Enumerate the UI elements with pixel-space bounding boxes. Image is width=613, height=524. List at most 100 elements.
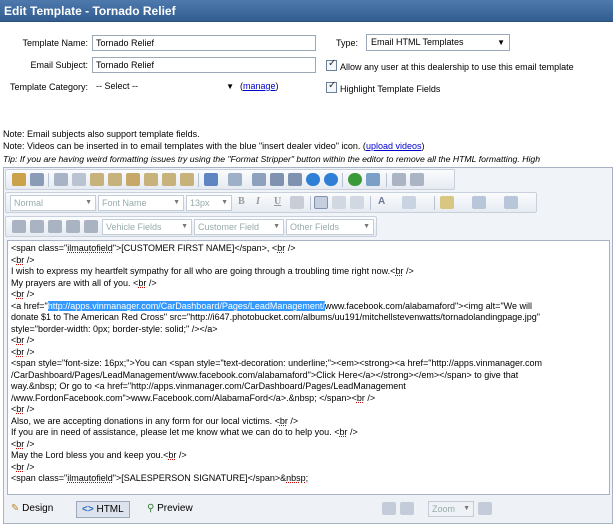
zoom-dropdown[interactable]: Zoom ▼ bbox=[428, 501, 474, 517]
code-text: If you are in need of assistance, please… bbox=[11, 427, 340, 437]
bold-icon[interactable]: B bbox=[238, 196, 245, 207]
code-text: Also, we are accepting donations in any … bbox=[11, 415, 280, 426]
code-line: If you are in need of assistance, please… bbox=[11, 427, 606, 439]
paste-html-icon[interactable] bbox=[144, 173, 158, 186]
code-text: /> bbox=[285, 243, 296, 253]
flash-icon[interactable] bbox=[288, 173, 302, 186]
paste-format-icon[interactable] bbox=[162, 173, 176, 186]
chevron-down-icon: ▼ bbox=[181, 223, 188, 230]
design-mode-label: Design bbox=[22, 503, 54, 514]
italic-icon[interactable]: I bbox=[256, 196, 260, 207]
highlight-fields-checkbox[interactable] bbox=[326, 80, 337, 93]
bullet-list-icon[interactable] bbox=[84, 220, 98, 233]
underline-icon[interactable]: U bbox=[274, 196, 281, 207]
type-value: Email HTML Templates bbox=[371, 37, 464, 47]
code-text: /> bbox=[24, 461, 35, 472]
design-mode-button[interactable]: ✎ Design bbox=[6, 501, 58, 518]
chevron-down-icon: ▼ bbox=[463, 505, 470, 512]
code-line: way.&nbsp; Or go to <a href="http://apps… bbox=[11, 381, 606, 393]
magic-wand-icon[interactable] bbox=[12, 173, 26, 186]
fullscreen-icon[interactable] bbox=[400, 502, 414, 515]
magnifier-icon: ⚲ bbox=[147, 503, 155, 514]
resize-icon[interactable] bbox=[382, 502, 396, 515]
cut-icon[interactable] bbox=[54, 173, 68, 186]
code-text: ilmautofield bbox=[67, 473, 113, 483]
code-line: <span class="ilmautofield">[SALESPERSON … bbox=[11, 473, 606, 485]
preview-mode-label: Preview bbox=[157, 503, 193, 514]
strikethrough-icon[interactable] bbox=[290, 196, 304, 209]
table-icon[interactable] bbox=[472, 196, 486, 209]
template-category-label: Template Category: bbox=[9, 82, 88, 92]
paragraph-format-dropdown[interactable]: Normal ▼ bbox=[10, 195, 96, 211]
video-icon[interactable] bbox=[324, 173, 338, 186]
customer-field-label: Customer Field bbox=[198, 222, 260, 232]
toolbar-separator bbox=[198, 173, 199, 187]
code-line: style="border-width: 0px; border-style: … bbox=[11, 324, 606, 336]
print-icon[interactable] bbox=[12, 220, 26, 233]
other-fields-dropdown[interactable]: Other Fields ▼ bbox=[286, 219, 374, 235]
code-text: donate $1 to The American Red Cross" src… bbox=[11, 312, 540, 322]
undo-icon[interactable] bbox=[204, 173, 218, 186]
binoculars-icon[interactable] bbox=[30, 173, 44, 186]
unlink-icon[interactable] bbox=[366, 173, 380, 186]
editor-toolbar-row3: Vehicle Fields ▼ Customer Field ▼ Other Fi… bbox=[5, 216, 377, 237]
paste-plain-icon[interactable] bbox=[108, 173, 122, 186]
tip-text: Tip: If you are having weird formatting … bbox=[3, 154, 541, 164]
html-source-textarea[interactable]: <span class=" ilmautofield ">[CUSTOMER FIR… bbox=[7, 240, 610, 495]
numbered-list-icon[interactable] bbox=[66, 220, 80, 233]
edit-template-dialog: Edit Template - Tornado Relief Template … bbox=[0, 0, 613, 524]
manage-link[interactable]: manage bbox=[243, 81, 276, 91]
allow-any-user-checkbox[interactable] bbox=[326, 58, 337, 71]
template-name-input[interactable]: Tornado Relief bbox=[92, 35, 316, 51]
align-right-icon[interactable] bbox=[350, 196, 364, 209]
font-name-dropdown[interactable]: Font Name ▼ bbox=[98, 195, 184, 211]
link-icon[interactable] bbox=[348, 173, 362, 186]
code-text: /www.FordonFacebook.com">www.Facebook.co… bbox=[11, 392, 357, 403]
align-left-icon[interactable] bbox=[314, 196, 328, 209]
font-name-value: Font Name bbox=[102, 198, 147, 208]
html-mode-button[interactable]: <> HTML bbox=[76, 501, 130, 518]
vehicle-fields-dropdown[interactable]: Vehicle Fields ▼ bbox=[102, 219, 192, 235]
redo-icon[interactable] bbox=[228, 173, 242, 186]
code-text: /> bbox=[24, 335, 35, 345]
code-text: nbsp bbox=[286, 473, 306, 483]
special-char-icon[interactable] bbox=[504, 196, 518, 209]
code-text: /> bbox=[24, 404, 35, 414]
editor-toolbar-row2: Normal ▼ Font Name ▼ 13px ▼ B I U A bbox=[5, 192, 537, 213]
image-manager-icon[interactable] bbox=[252, 173, 266, 186]
insert-dealer-video-icon[interactable] bbox=[306, 173, 320, 186]
paste-word-icon[interactable] bbox=[126, 173, 140, 186]
template-category-value: -- Select -- bbox=[96, 81, 139, 91]
format-painter-icon[interactable] bbox=[440, 196, 454, 209]
code-text: <span class=" bbox=[11, 243, 68, 253]
code-text: /> bbox=[24, 438, 35, 449]
module-manager-icon[interactable] bbox=[478, 502, 492, 515]
code-line: <br /> bbox=[11, 462, 606, 474]
toolbar-separator bbox=[370, 196, 371, 210]
customer-field-dropdown[interactable]: Customer Field ▼ bbox=[194, 219, 284, 235]
type-select[interactable]: Email HTML Templates ▼ bbox=[366, 34, 510, 51]
paragraph-mark-icon[interactable] bbox=[30, 220, 44, 233]
template-category-select[interactable]: -- Select -- ▼ bbox=[92, 79, 238, 96]
indent-icon[interactable] bbox=[48, 220, 62, 233]
highlight-color-icon[interactable] bbox=[402, 196, 416, 209]
highlight-fields-label: Highlight Template Fields bbox=[340, 84, 441, 94]
font-size-value: 13px bbox=[190, 198, 210, 208]
font-color-icon[interactable]: A bbox=[378, 196, 385, 207]
paste-icon[interactable] bbox=[90, 173, 104, 186]
find-replace-icon[interactable] bbox=[410, 173, 424, 186]
font-size-dropdown[interactable]: 13px ▼ bbox=[186, 195, 232, 211]
code-text: www.facebook.com/alabamaford"><img alt="… bbox=[324, 300, 532, 311]
media-icon[interactable] bbox=[270, 173, 284, 186]
copy-icon[interactable] bbox=[72, 173, 86, 186]
upload-videos-link[interactable]: upload videos bbox=[366, 141, 422, 151]
code-line: May the Lord bless you and keep you.<br … bbox=[11, 450, 606, 462]
code-line: <span style="font-size: 16px;">You can <… bbox=[11, 358, 606, 370]
code-text: ">[CUSTOMER FIRST NAME]</span>, < bbox=[112, 243, 278, 253]
email-subject-input[interactable]: Tornado Relief bbox=[92, 57, 316, 73]
format-stripper-icon[interactable] bbox=[392, 173, 406, 186]
preview-mode-button[interactable]: ⚲ Preview bbox=[142, 501, 198, 518]
chevron-down-icon: ▼ bbox=[226, 82, 234, 91]
paste-special-icon[interactable] bbox=[180, 173, 194, 186]
align-center-icon[interactable] bbox=[332, 196, 346, 209]
